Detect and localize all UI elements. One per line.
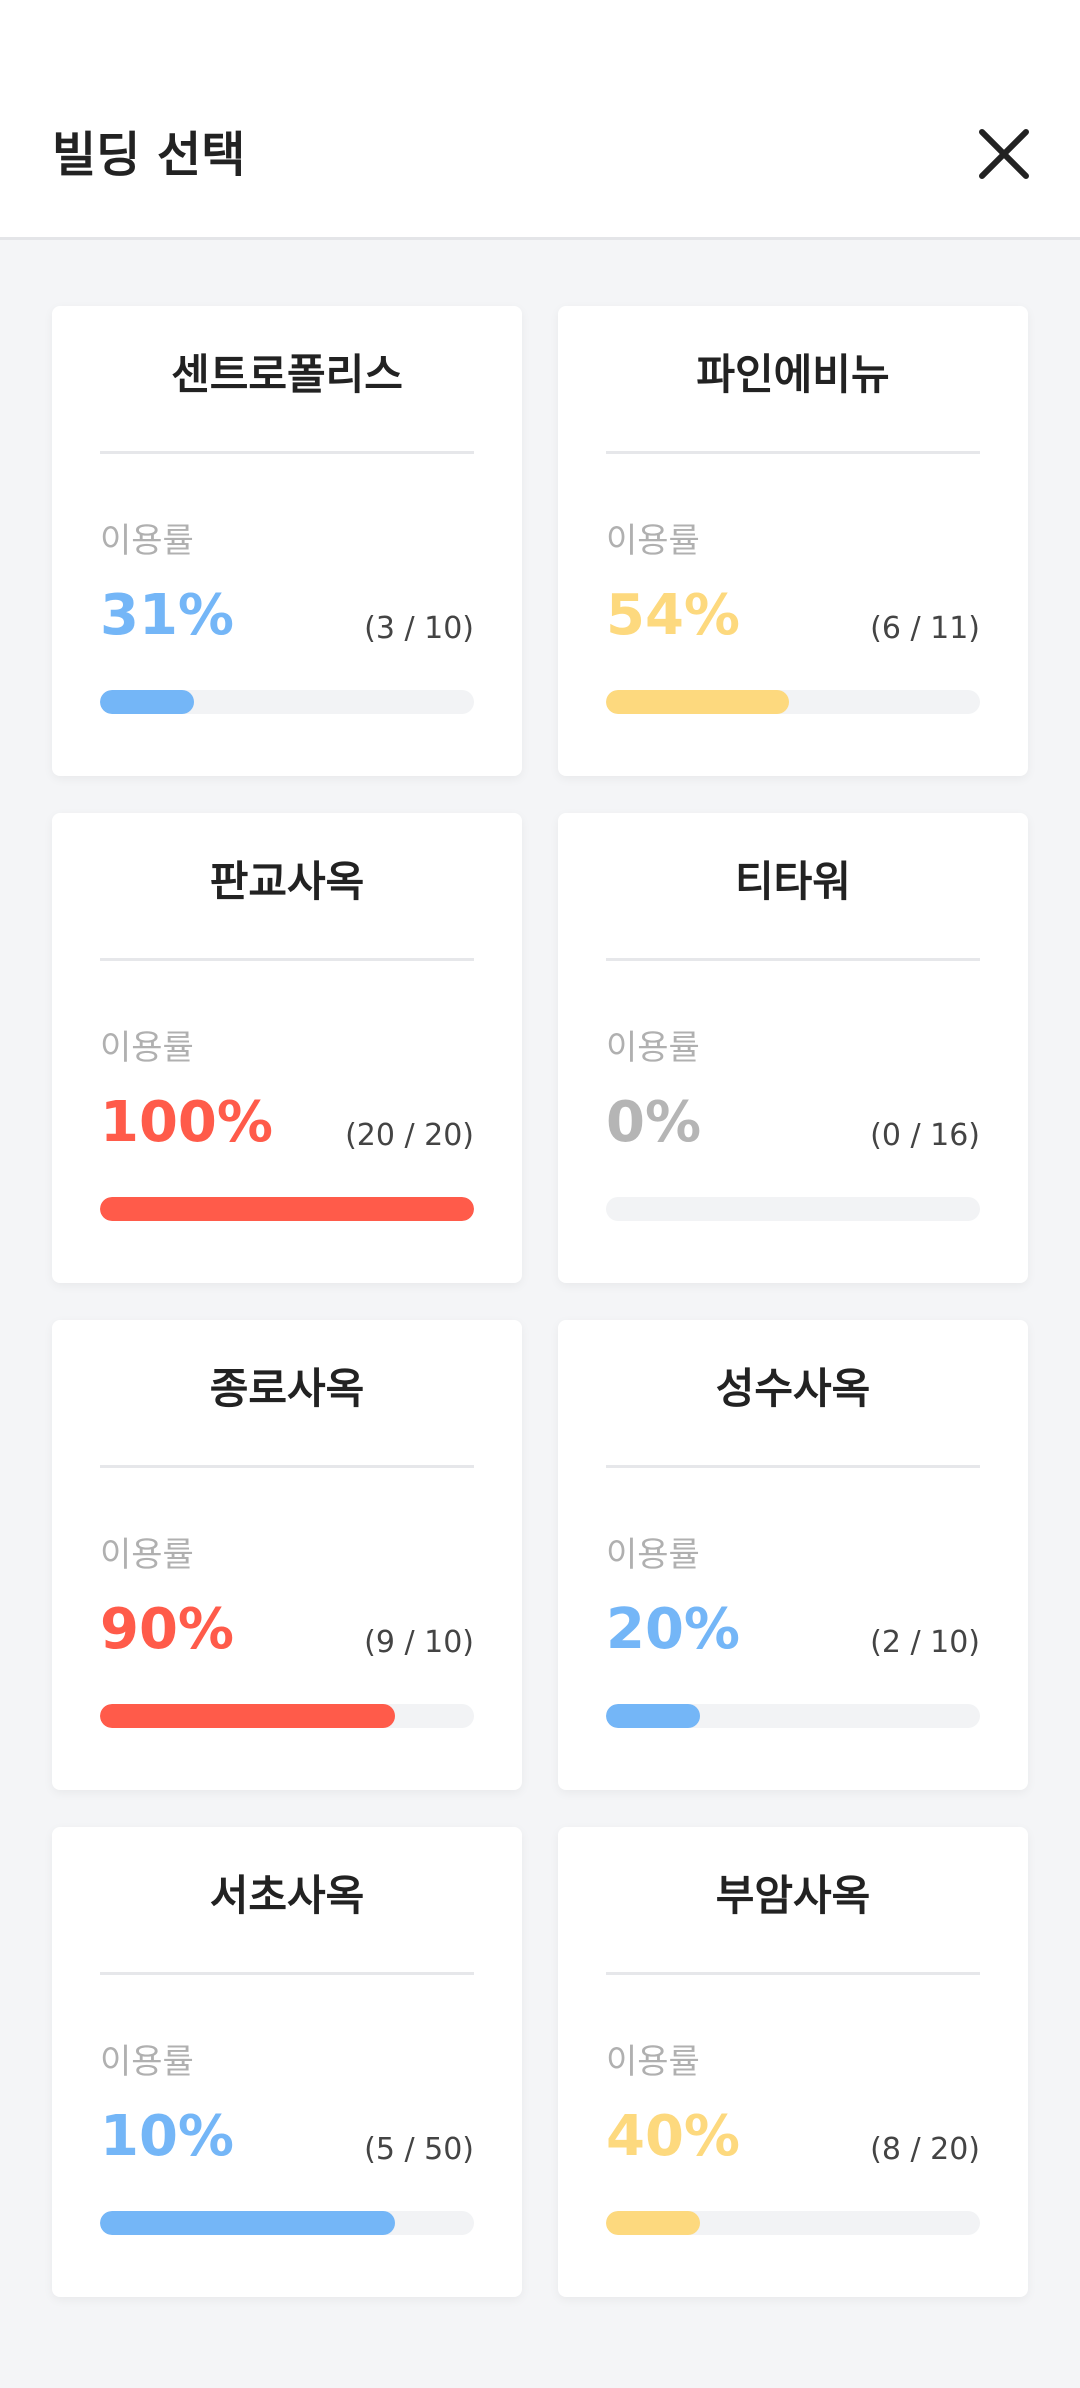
- usage-label: 이용률: [100, 1028, 194, 1068]
- divider: [100, 1972, 474, 1975]
- usage-label: 이용률: [100, 1535, 194, 1575]
- page-title: 빌딩 선택: [52, 127, 246, 183]
- divider: [100, 451, 474, 454]
- building-card[interactable]: 종로사옥 이용률 90% (9 / 10): [52, 1320, 522, 1790]
- usage-percent: 10%: [100, 2104, 235, 2169]
- usage-percent: 20%: [606, 1597, 741, 1662]
- building-card[interactable]: 티타워 이용률 0% (0 / 16): [558, 813, 1028, 1283]
- building-name: 서초사옥: [209, 1871, 365, 1920]
- usage-ratio: (2 / 10): [870, 1625, 980, 1660]
- usage-percent: 31%: [100, 583, 235, 648]
- usage-percent: 0%: [606, 1090, 702, 1155]
- building-name: 파인에비뉴: [696, 350, 890, 399]
- usage-label: 이용률: [100, 2042, 194, 2082]
- divider: [606, 958, 980, 961]
- usage-bar: [100, 690, 474, 714]
- usage-bar-fill: [100, 2211, 396, 2235]
- building-card[interactable]: 부암사옥 이용률 40% (8 / 20): [558, 1827, 1028, 2297]
- usage-bar: [606, 1197, 980, 1221]
- usage-ratio: (9 / 10): [364, 1625, 474, 1660]
- usage-bar: [100, 1704, 474, 1728]
- building-card[interactable]: 성수사옥 이용률 20% (2 / 10): [558, 1320, 1028, 1790]
- usage-bar-fill: [100, 1197, 474, 1221]
- building-card[interactable]: 서초사옥 이용률 10% (5 / 50): [52, 1827, 522, 2297]
- building-card[interactable]: 판교사옥 이용률 100% (20 / 20): [52, 813, 522, 1283]
- divider: [100, 958, 474, 961]
- building-grid: 센트로폴리스 이용률 31% (3 / 10) 파인에비뉴 이용률 54% (6…: [52, 306, 1028, 2297]
- usage-bar: [606, 1704, 980, 1728]
- usage-ratio: (6 / 11): [870, 611, 980, 646]
- building-card[interactable]: 센트로폴리스 이용률 31% (3 / 10): [52, 306, 522, 776]
- usage-label: 이용률: [606, 1535, 700, 1575]
- usage-bar: [606, 2211, 980, 2235]
- building-name: 티타워: [735, 857, 851, 906]
- usage-percent: 40%: [606, 2104, 741, 2169]
- building-name: 판교사옥: [209, 857, 365, 906]
- usage-bar-fill: [100, 1704, 396, 1728]
- usage-bar-fill: [100, 690, 194, 714]
- usage-ratio: (8 / 20): [870, 2132, 980, 2167]
- usage-ratio: (0 / 16): [870, 1118, 980, 1153]
- usage-bar: [100, 2211, 474, 2235]
- usage-bar-fill: [606, 2211, 700, 2235]
- usage-label: 이용률: [606, 1028, 700, 1068]
- usage-label: 이용률: [606, 2042, 700, 2082]
- usage-bar: [606, 690, 980, 714]
- close-button[interactable]: [968, 118, 1040, 190]
- usage-ratio: (5 / 50): [364, 2132, 474, 2167]
- divider: [606, 1972, 980, 1975]
- usage-percent: 54%: [606, 583, 741, 648]
- usage-ratio: (20 / 20): [345, 1118, 474, 1153]
- building-name: 센트로폴리스: [171, 350, 403, 399]
- usage-bar-fill: [606, 1704, 700, 1728]
- usage-label: 이용률: [606, 521, 700, 561]
- usage-percent: 90%: [100, 1597, 235, 1662]
- building-name: 성수사옥: [715, 1364, 871, 1413]
- usage-bar-fill: [606, 690, 790, 714]
- divider: [606, 1465, 980, 1468]
- building-name: 부암사옥: [715, 1871, 871, 1920]
- building-card[interactable]: 파인에비뉴 이용률 54% (6 / 11): [558, 306, 1028, 776]
- usage-percent: 100%: [100, 1090, 274, 1155]
- usage-label: 이용률: [100, 521, 194, 561]
- usage-bar: [100, 1197, 474, 1221]
- app-header: 빌딩 선택: [0, 0, 1080, 240]
- divider: [100, 1465, 474, 1468]
- building-name: 종로사옥: [209, 1364, 365, 1413]
- divider: [606, 451, 980, 454]
- close-icon: [979, 129, 1029, 179]
- usage-ratio: (3 / 10): [364, 611, 474, 646]
